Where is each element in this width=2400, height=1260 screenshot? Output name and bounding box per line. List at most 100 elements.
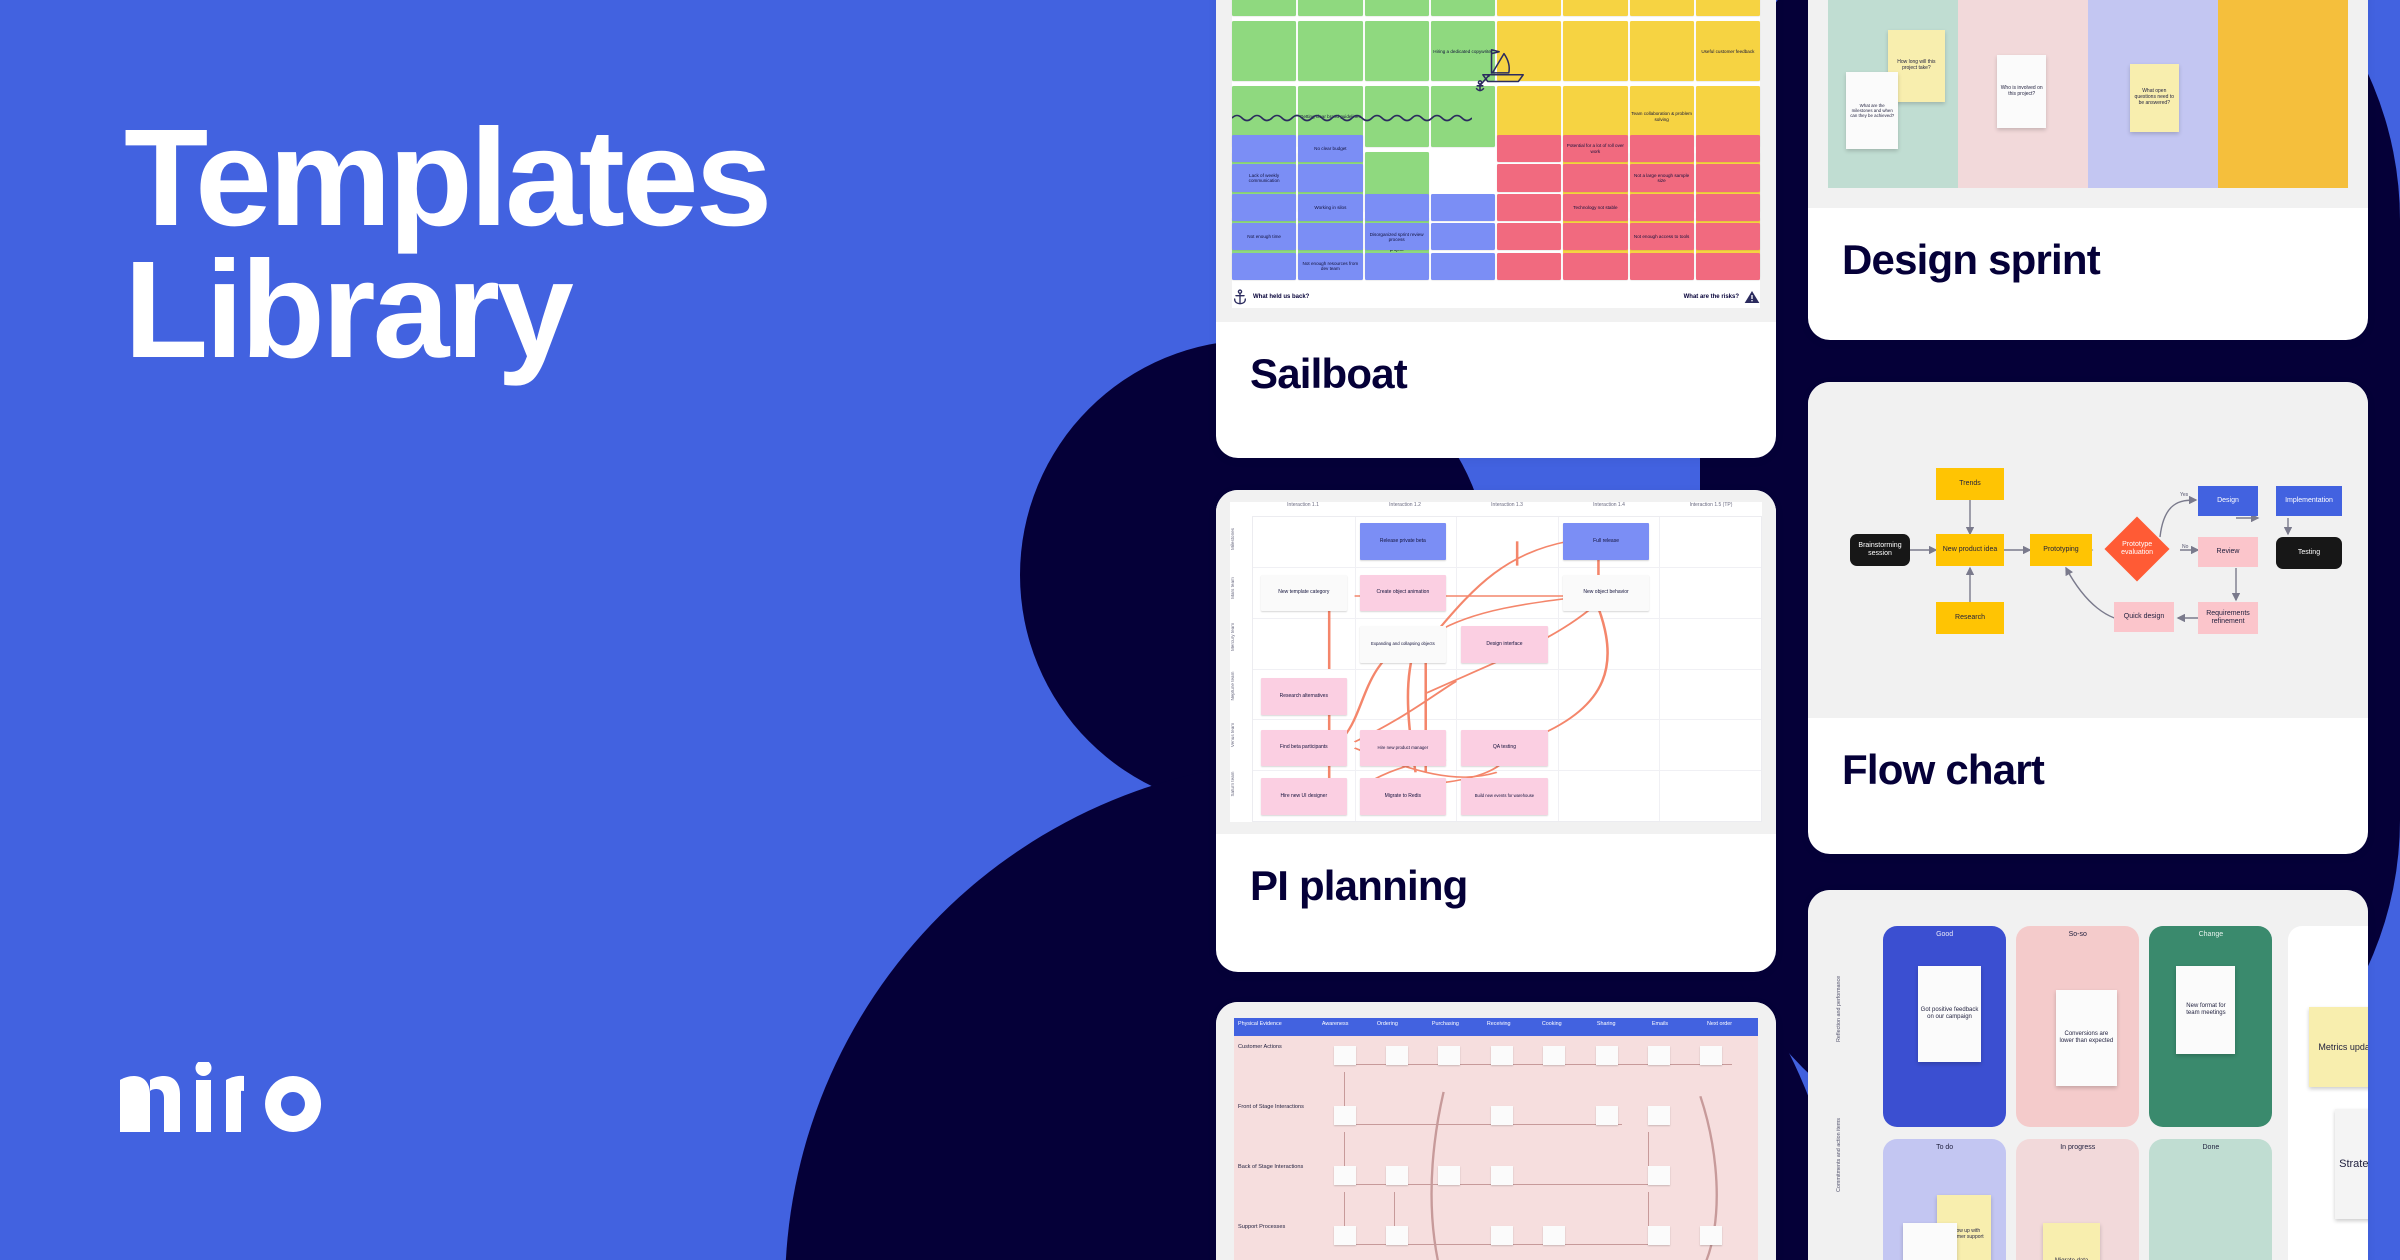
- template-card-sailboat[interactable]: What helped us forward? What made us fee…: [1216, 0, 1776, 458]
- sticky-note[interactable]: Not enough access to tools: [1629, 223, 1694, 251]
- sticky-note[interactable]: What are the milestones and when can the…: [1846, 72, 1899, 150]
- sticky-note[interactable]: [1695, 252, 1760, 280]
- sticky-note[interactable]: [1629, 252, 1694, 280]
- mt-quadrant-good[interactable]: Good Got positive feedback on our campai…: [1883, 926, 2007, 1127]
- sticky-note[interactable]: [1298, 164, 1363, 192]
- jm-note[interactable]: [1543, 1226, 1566, 1245]
- jm-note[interactable]: [1700, 1046, 1723, 1065]
- sticky-note[interactable]: [1497, 135, 1562, 163]
- sticky-note[interactable]: [1497, 223, 1562, 251]
- jm-note[interactable]: [1543, 1046, 1566, 1065]
- sticky-note[interactable]: Strategy update: [2334, 1109, 2368, 1219]
- sticky-note[interactable]: [1629, 21, 1694, 82]
- sticky-note[interactable]: [1563, 252, 1628, 280]
- sticky-note[interactable]: What open questions need to be answered?: [2129, 63, 2179, 133]
- sticky-note[interactable]: [1629, 0, 1694, 17]
- pi-item[interactable]: Design interface: [1461, 626, 1548, 663]
- fc-node[interactable]: Prototyping: [2030, 534, 2092, 566]
- sticky-note[interactable]: [1364, 21, 1429, 82]
- jm-note[interactable]: [1333, 1046, 1356, 1065]
- sticky-note[interactable]: Useful customer feedback: [1695, 21, 1760, 82]
- fc-node[interactable]: Testing: [2276, 537, 2342, 569]
- sticky-note[interactable]: [1232, 21, 1297, 82]
- sticky-note[interactable]: [1497, 252, 1562, 280]
- sticky-note[interactable]: [1563, 223, 1628, 251]
- pi-item[interactable]: Research alternatives: [1260, 678, 1347, 715]
- jm-note[interactable]: [1385, 1166, 1408, 1185]
- sticky-note[interactable]: Potential for a lot of roll over work: [1563, 135, 1628, 163]
- sticky-note[interactable]: [1232, 135, 1297, 163]
- mt-quadrant-agenda[interactable]: Agenda Metrics update Open roles Strateg…: [2287, 926, 2368, 1260]
- sticky-note[interactable]: [1430, 252, 1495, 280]
- sticky-note[interactable]: [1695, 0, 1760, 17]
- sticky-note[interactable]: Having a team brainstorm early on: [1232, 0, 1297, 17]
- sticky-note[interactable]: [1563, 21, 1628, 82]
- sticky-note[interactable]: [1232, 252, 1297, 280]
- pi-item[interactable]: QA testing: [1461, 729, 1548, 767]
- sticky-note[interactable]: New format for team meetings: [2176, 966, 2236, 1055]
- pi-item[interactable]: Expanding and collapsing objects: [1359, 626, 1447, 663]
- template-card-design-sprint[interactable]: What will it require? Follow up question…: [1808, 0, 2368, 340]
- fc-node[interactable]: Implementation: [2276, 486, 2342, 516]
- sticky-note[interactable]: [1298, 21, 1363, 82]
- fc-node[interactable]: Trends: [1936, 468, 2004, 500]
- sticky-note[interactable]: [1298, 223, 1363, 251]
- jm-note[interactable]: [1490, 1226, 1513, 1245]
- pi-item[interactable]: New object behavior: [1562, 574, 1650, 612]
- sticky-note[interactable]: [1430, 0, 1495, 17]
- sticky-note[interactable]: [1695, 223, 1760, 251]
- sticky-note[interactable]: [1430, 193, 1495, 221]
- mt-quadrant-done[interactable]: Done: [2149, 1138, 2273, 1260]
- jm-note[interactable]: [1333, 1166, 1356, 1185]
- sticky-note[interactable]: Not enough resources from dev team: [1298, 252, 1363, 280]
- pi-item[interactable]: Hire new product manager: [1359, 729, 1447, 767]
- sticky-note[interactable]: [1629, 135, 1694, 163]
- template-card-flow-chart[interactable]: Brainstorming session Trends New product…: [1808, 382, 2368, 854]
- sticky-note[interactable]: Not a large enough sample size: [1629, 164, 1694, 192]
- sticky-note[interactable]: No clear budget: [1298, 135, 1363, 163]
- mt-quadrant-change[interactable]: Change New format for team meetings: [2149, 926, 2273, 1127]
- sticky-note[interactable]: [1695, 164, 1760, 192]
- fc-node[interactable]: Research: [1936, 602, 2004, 634]
- pi-item[interactable]: Hire new UI designer: [1260, 778, 1347, 815]
- sticky-note[interactable]: [1364, 252, 1429, 280]
- sticky-note[interactable]: [1364, 193, 1429, 221]
- pi-item[interactable]: Full release: [1562, 523, 1650, 560]
- pi-item[interactable]: Find beta participants: [1260, 729, 1347, 767]
- sticky-note[interactable]: Disorganized sprint review process: [1364, 223, 1429, 251]
- fc-node[interactable]: New product idea: [1936, 534, 2004, 566]
- fc-node[interactable]: Brainstorming session: [1850, 534, 1910, 566]
- ds-section-agenda[interactable]: [2218, 0, 2348, 188]
- sticky-note[interactable]: [1695, 193, 1760, 221]
- sticky-note[interactable]: Create project plan: [1902, 1222, 1957, 1260]
- jm-note[interactable]: [1595, 1106, 1618, 1125]
- jm-note[interactable]: [1385, 1046, 1408, 1065]
- jm-note[interactable]: [1490, 1106, 1513, 1125]
- mt-quadrant-soso[interactable]: So-so Conversions are lower than expecte…: [2016, 926, 2140, 1127]
- jm-note[interactable]: [1333, 1226, 1356, 1245]
- fc-node[interactable]: Design: [2198, 486, 2258, 516]
- sticky-note[interactable]: [1298, 0, 1363, 17]
- sticky-note[interactable]: [1563, 164, 1628, 192]
- fc-node[interactable]: Quick design: [2114, 602, 2174, 632]
- sticky-note[interactable]: [1695, 135, 1760, 163]
- template-card-service-blueprint[interactable]: Physical Evidence Awareness Ordering Pur…: [1216, 1002, 1776, 1260]
- sticky-note[interactable]: Got positive feedback on our campaign: [1917, 966, 1982, 1063]
- sticky-note[interactable]: [1497, 0, 1562, 17]
- jm-note[interactable]: [1647, 1166, 1670, 1185]
- sticky-note[interactable]: [1430, 223, 1495, 251]
- jm-note[interactable]: [1438, 1046, 1461, 1065]
- mt-quadrant-inprogress[interactable]: In progress Migrate data: [2016, 1138, 2140, 1260]
- fc-node[interactable]: Review: [2198, 537, 2258, 567]
- jm-note[interactable]: [1700, 1226, 1723, 1245]
- template-card-pi-planning[interactable]: Interaction 1.1 Interaction 1.2 Interact…: [1216, 490, 1776, 972]
- sticky-note[interactable]: Supportive partners: [1563, 0, 1628, 17]
- ds-section-roles[interactable]: Roles Who is involved on this project?: [1958, 0, 2088, 188]
- pi-item[interactable]: Migrate to Redis: [1359, 778, 1447, 815]
- sticky-note[interactable]: Lack of weekly communication: [1232, 164, 1297, 192]
- mt-quadrant-todo[interactable]: To do Follow up with customer support Cr…: [1883, 1138, 2007, 1260]
- sticky-note[interactable]: Not enough time: [1232, 223, 1297, 251]
- jm-note[interactable]: [1490, 1046, 1513, 1065]
- sticky-note[interactable]: Conversions are lower than expected: [2055, 990, 2118, 1087]
- sticky-note[interactable]: [1232, 193, 1297, 221]
